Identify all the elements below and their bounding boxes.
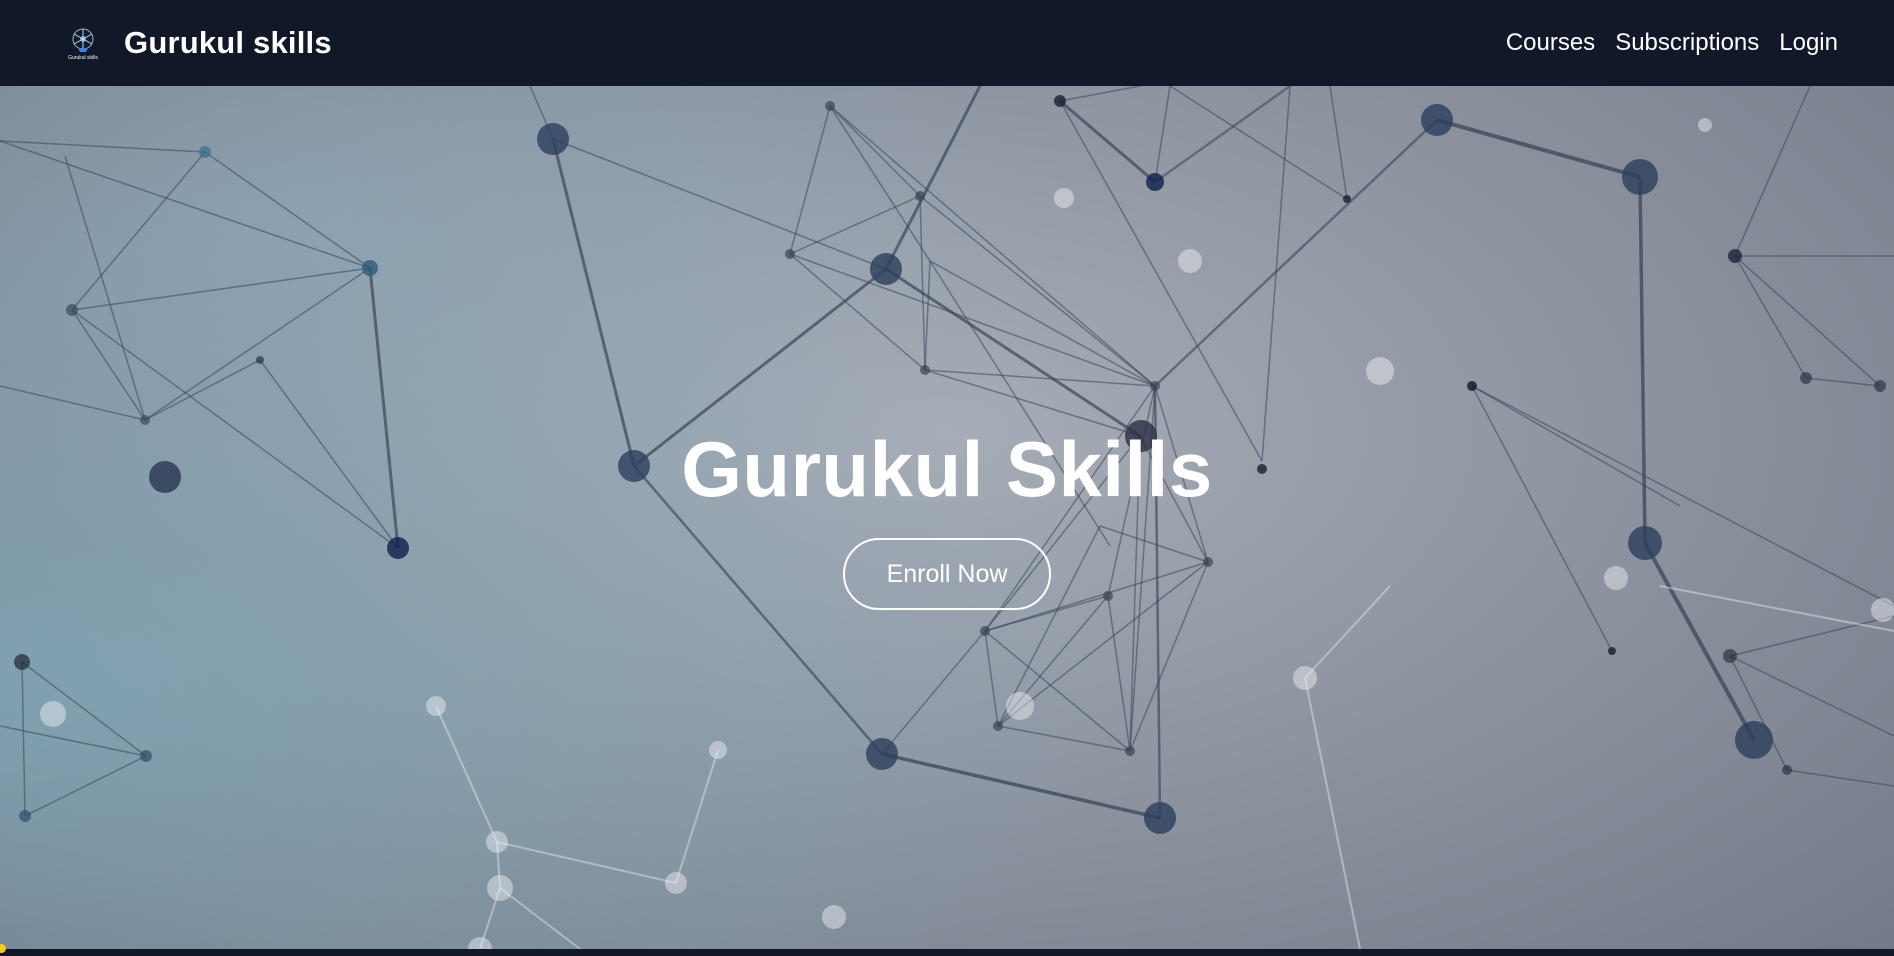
nav-link-courses[interactable]: Courses — [1506, 29, 1595, 57]
hero-section: Gurukul Skills Enroll Now — [0, 86, 1894, 949]
bottom-strip — [0, 949, 1894, 956]
enroll-now-button[interactable]: Enroll Now — [843, 538, 1051, 610]
nav-link-subscriptions[interactable]: Subscriptions — [1615, 29, 1759, 57]
nav-link-login[interactable]: Login — [1779, 29, 1838, 57]
top-navbar: Gurukul skills Gurukul skills Courses Su… — [0, 0, 1894, 86]
hero-title: Gurukul Skills — [681, 425, 1213, 513]
hero-content: Gurukul Skills Enroll Now — [0, 86, 1894, 949]
logo-caption: Gurukul skills — [68, 55, 98, 61]
brand-link[interactable]: Gurukul skills Gurukul skills — [64, 24, 332, 62]
logo-icon: Gurukul skills — [68, 28, 98, 61]
nav-links: Courses Subscriptions Login — [1506, 29, 1838, 57]
brand-name: Gurukul skills — [124, 25, 332, 60]
